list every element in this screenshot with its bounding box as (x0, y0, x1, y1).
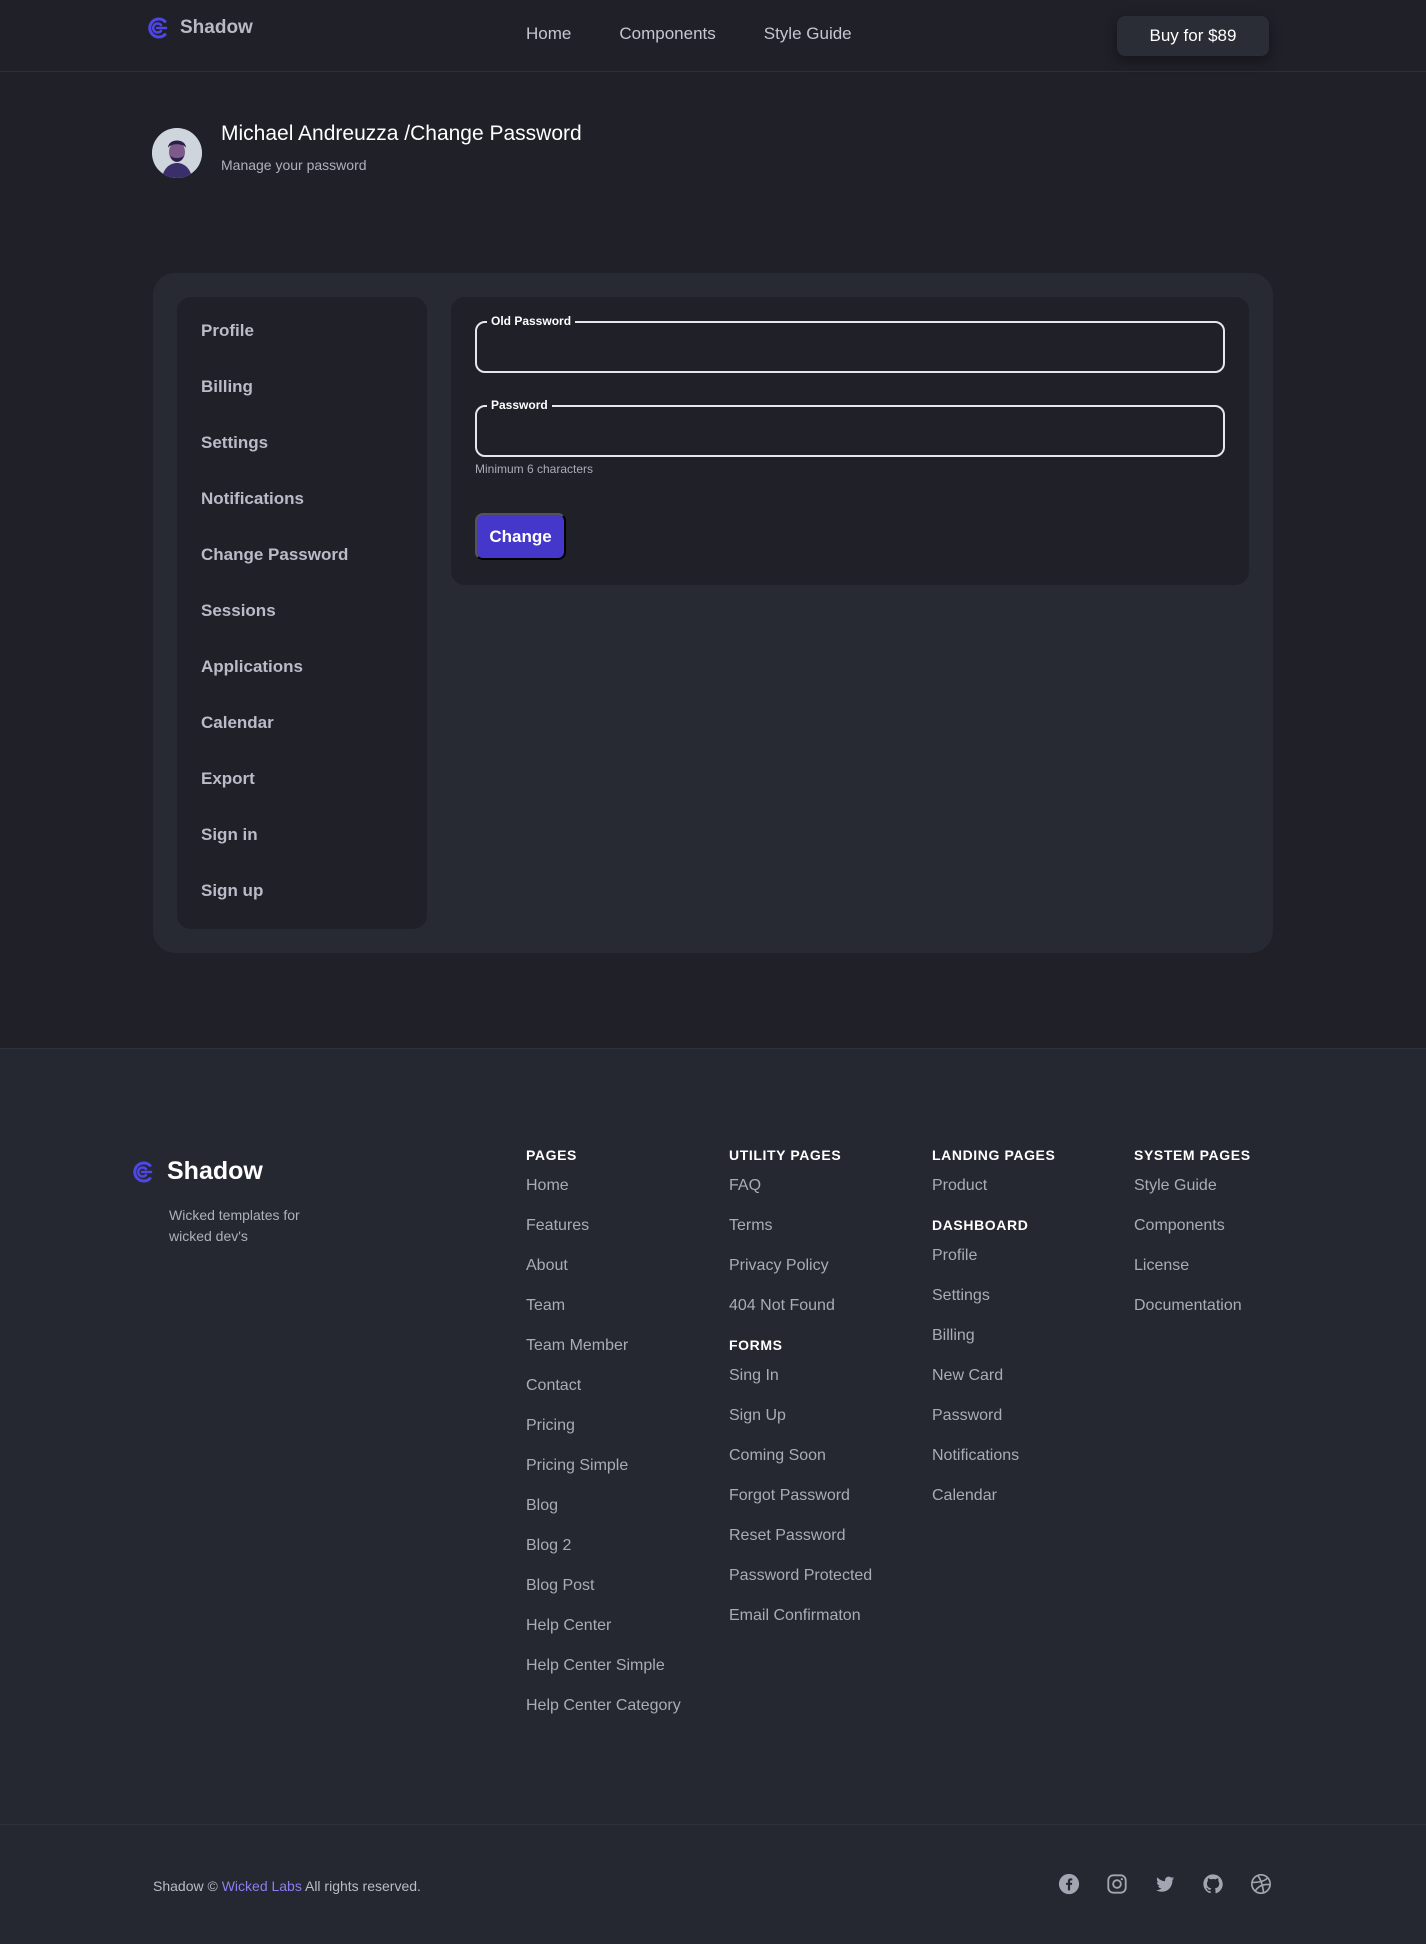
twitter-icon[interactable] (1154, 1873, 1176, 1900)
instagram-icon[interactable] (1106, 1873, 1128, 1900)
footer-link[interactable]: Blog (526, 1497, 681, 1537)
sidebar-item-sign-up[interactable]: Sign up (201, 881, 263, 901)
footer-column-system: SYSTEM PAGES Style Guide Components Lice… (1134, 1147, 1251, 1337)
footer-link[interactable]: Contact (526, 1377, 681, 1417)
top-navigation-bar: Shadow Home Components Style Guide Buy f… (0, 0, 1426, 72)
sidebar-item-change-password[interactable]: Change Password (201, 545, 348, 565)
footer-heading-system: SYSTEM PAGES (1134, 1147, 1251, 1163)
footer-link[interactable]: Email Confirmaton (729, 1607, 872, 1647)
footer-link[interactable]: Features (526, 1217, 681, 1257)
sidebar-item-profile[interactable]: Profile (201, 321, 254, 341)
footer-link[interactable]: Pricing (526, 1417, 681, 1457)
password-field: Password (475, 398, 1225, 457)
copyright: Shadow © Wicked Labs All rights reserved… (153, 1878, 421, 1894)
footer-link[interactable]: Product (932, 1177, 1055, 1217)
brand-name: Shadow (180, 17, 253, 38)
footer-link[interactable]: Calendar (932, 1487, 1055, 1527)
password-hint: Minimum 6 characters (475, 462, 594, 476)
footer-heading-forms: FORMS (729, 1337, 783, 1353)
footer-link[interactable]: Help Center (526, 1617, 681, 1657)
footer-brand-name: Shadow (167, 1157, 263, 1185)
nav-link-style-guide[interactable]: Style Guide (764, 24, 852, 44)
footer-link[interactable]: Help Center Simple (526, 1657, 681, 1697)
avatar (152, 128, 202, 178)
github-icon[interactable] (1202, 1873, 1224, 1900)
change-button[interactable]: Change (475, 513, 566, 560)
footer-column-utility: UTILITY PAGES FAQ Terms Privacy Policy 4… (729, 1147, 872, 1647)
old-password-field: Old Password (475, 314, 1225, 373)
footer-link[interactable]: Terms (729, 1217, 872, 1257)
settings-panel: Profile Billing Settings Notifications C… (153, 273, 1273, 953)
nav-link-home[interactable]: Home (526, 24, 571, 44)
footer-link[interactable]: Password (932, 1407, 1055, 1447)
footer-link[interactable]: About (526, 1257, 681, 1297)
footer-link[interactable]: Profile (932, 1247, 1055, 1287)
footer-link[interactable]: Help Center Category (526, 1697, 681, 1737)
footer-link[interactable]: Billing (932, 1327, 1055, 1367)
footer-link[interactable]: Password Protected (729, 1567, 872, 1607)
footer-heading-landing: LANDING PAGES (932, 1147, 1056, 1163)
footer-divider (0, 1824, 1426, 1825)
footer-link[interactable]: Forgot Password (729, 1487, 872, 1527)
sidebar-item-settings[interactable]: Settings (201, 433, 268, 453)
footer-column-pages: PAGES Home Features About Team Team Memb… (526, 1147, 681, 1737)
sidebar-item-applications[interactable]: Applications (201, 657, 303, 677)
footer-heading-pages: PAGES (526, 1147, 577, 1163)
old-password-input[interactable] (477, 323, 1223, 371)
main-nav: Home Components Style Guide (526, 24, 852, 44)
change-password-form: Old Password Password Minimum 6 characte… (451, 297, 1249, 585)
wicked-labs-link[interactable]: Wicked Labs (222, 1878, 302, 1894)
nav-link-components[interactable]: Components (619, 24, 715, 44)
social-links (1058, 1873, 1272, 1900)
footer-heading-utility: UTILITY PAGES (729, 1147, 842, 1163)
footer-brand-link[interactable]: Shadow (131, 1157, 263, 1186)
footer-link[interactable]: Team Member (526, 1337, 681, 1377)
footer-link[interactable]: Components (1134, 1217, 1251, 1257)
footer-link[interactable]: Pricing Simple (526, 1457, 681, 1497)
footer-link[interactable]: Team (526, 1297, 681, 1337)
shadow-logo-icon (133, 1161, 153, 1182)
user-avatar-icon (152, 128, 202, 178)
footer-link[interactable]: License (1134, 1257, 1251, 1297)
buy-button[interactable]: Buy for $89 (1117, 16, 1269, 56)
sidebar-item-sign-in[interactable]: Sign in (201, 825, 258, 845)
footer-link[interactable]: Blog Post (526, 1577, 681, 1617)
facebook-icon[interactable] (1058, 1873, 1080, 1900)
footer-link[interactable]: Settings (932, 1287, 1055, 1327)
settings-sidebar: Profile Billing Settings Notifications C… (177, 297, 427, 929)
copyright-suffix: All rights reserved. (304, 1878, 421, 1894)
page-subtitle: Manage your password (221, 157, 367, 173)
footer-link[interactable]: Reset Password (729, 1527, 872, 1567)
footer-link[interactable]: 404 Not Found (729, 1297, 872, 1337)
footer-link[interactable]: New Card (932, 1367, 1055, 1407)
sidebar-item-sessions[interactable]: Sessions (201, 601, 276, 621)
sidebar-item-billing[interactable]: Billing (201, 377, 253, 397)
footer-link[interactable]: Privacy Policy (729, 1257, 872, 1297)
password-label: Password (487, 398, 552, 412)
footer-link[interactable]: Notifications (932, 1447, 1055, 1487)
sidebar-item-notifications[interactable]: Notifications (201, 489, 304, 509)
footer-link[interactable]: Blog 2 (526, 1537, 681, 1577)
footer: Shadow Wicked templates for wicked dev's… (0, 1048, 1426, 1944)
footer-tagline: Wicked templates for wicked dev's (169, 1207, 300, 1244)
shadow-logo-icon (148, 17, 168, 39)
brand-logo-link[interactable]: Shadow (146, 16, 253, 40)
footer-link[interactable]: Home (526, 1177, 681, 1217)
sidebar-item-export[interactable]: Export (201, 769, 255, 789)
page-title: Michael Andreuzza /Change Password (221, 122, 582, 145)
footer-link[interactable]: Coming Soon (729, 1447, 872, 1487)
dribbble-icon[interactable] (1250, 1873, 1272, 1900)
footer-link[interactable]: FAQ (729, 1177, 872, 1217)
footer-link[interactable]: Style Guide (1134, 1177, 1251, 1217)
footer-link[interactable]: Sing In (729, 1367, 872, 1407)
sidebar-item-calendar[interactable]: Calendar (201, 713, 274, 733)
old-password-label: Old Password (487, 314, 576, 328)
footer-link[interactable]: Sign Up (729, 1407, 872, 1447)
footer-link[interactable]: Documentation (1134, 1297, 1251, 1337)
copyright-prefix: Shadow © (153, 1878, 218, 1894)
password-input[interactable] (477, 407, 1223, 455)
footer-heading-dashboard: DASHBOARD (932, 1217, 1029, 1233)
footer-column-landing: LANDING PAGES Product DASHBOARD Profile … (932, 1147, 1055, 1527)
